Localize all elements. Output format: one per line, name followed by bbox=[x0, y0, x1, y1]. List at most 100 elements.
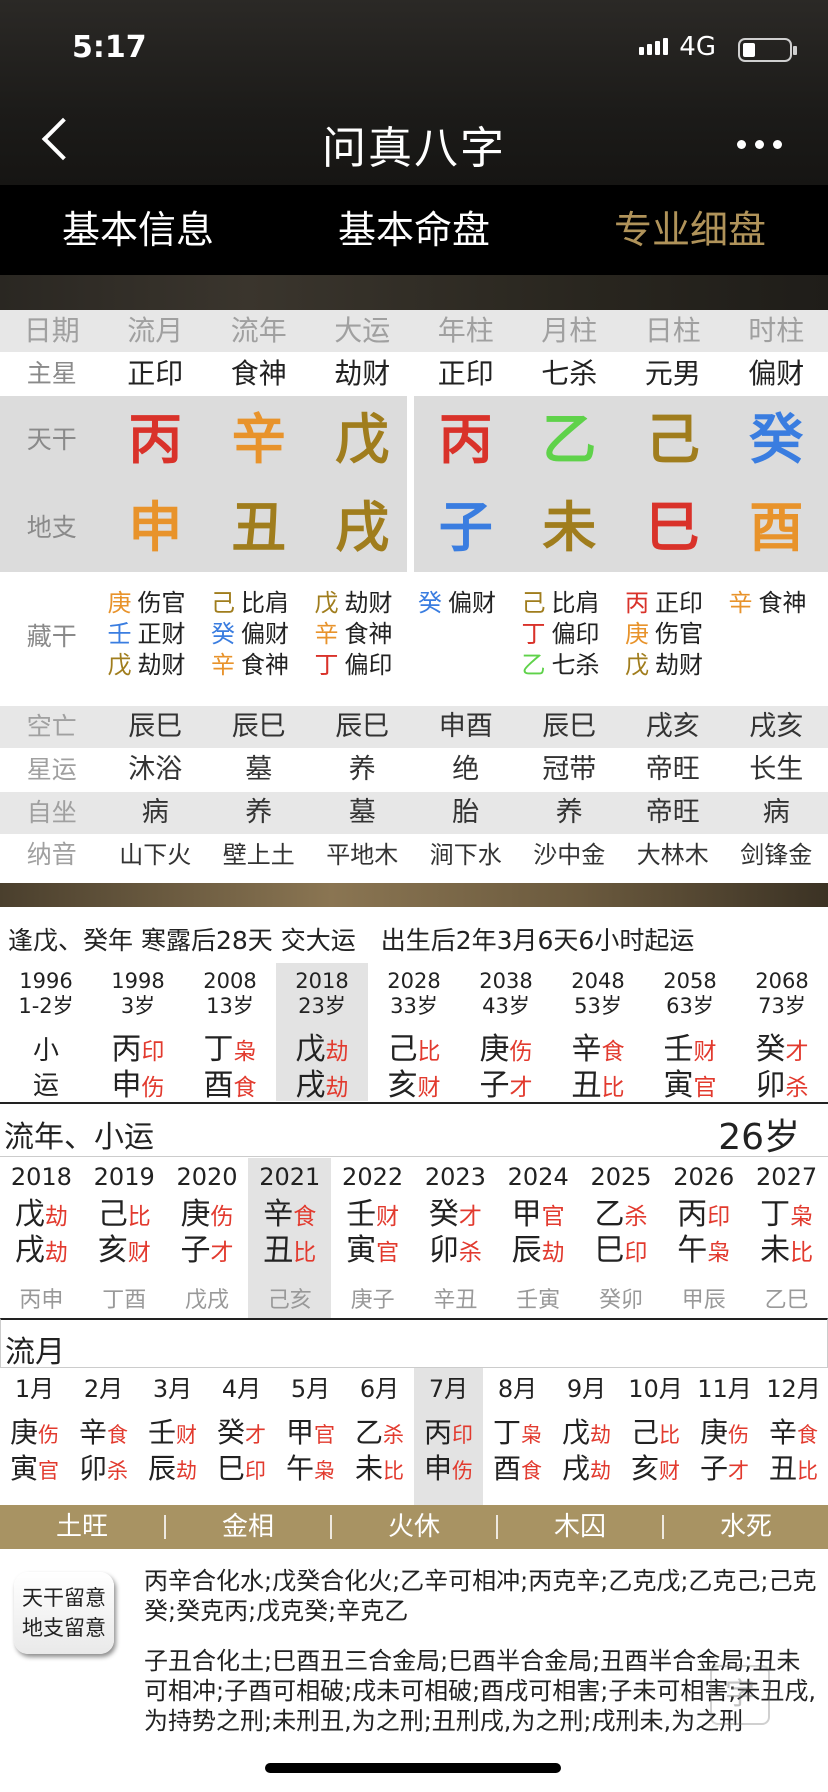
nayin-cell: 平地木 bbox=[326, 841, 399, 869]
tab-professional-detail[interactable]: 专业细盘 bbox=[552, 185, 828, 275]
canggan-star: 七杀 bbox=[551, 651, 600, 679]
ganzhi-line: 甲官 bbox=[276, 1416, 345, 1452]
ganzhi-char: 寅 bbox=[663, 1068, 694, 1103]
liuyue-item[interactable]: 4月 癸才 巳印 bbox=[207, 1368, 276, 1505]
nayin-cell: 涧下水 bbox=[429, 841, 502, 869]
liuyue-item[interactable]: 2月 辛食 卯杀 bbox=[69, 1368, 138, 1505]
ten-god-label: 劫 bbox=[541, 1240, 565, 1266]
dayun-item[interactable]: 2028 33岁 己比 亥财 bbox=[368, 963, 460, 1103]
liunian-item[interactable]: 2024 甲官 辰劫 壬寅 bbox=[497, 1158, 580, 1318]
liuyue-item[interactable]: 3月 壬财 辰劫 bbox=[138, 1368, 207, 1505]
dayun-year: 2038 bbox=[479, 969, 533, 993]
dayun-item[interactable]: 2018 23岁 戊劫 戌劫 bbox=[276, 963, 368, 1103]
dayun-item[interactable]: 1996 1-2岁小运 bbox=[0, 963, 92, 1101]
ganzhi-char: 戊 bbox=[295, 1032, 326, 1067]
ten-god-label: 枭 bbox=[521, 1423, 542, 1447]
dayun-item[interactable]: 2008 13岁 丁枭 酉食 bbox=[184, 963, 276, 1103]
dizhi-char: 子 bbox=[438, 496, 493, 559]
liuyue-item[interactable]: 9月 戊劫 戌劫 bbox=[552, 1368, 621, 1505]
ganzhi-char: 己 bbox=[630, 1416, 659, 1449]
dayun-item[interactable]: 2038 43岁 庚伤 子才 bbox=[460, 963, 552, 1103]
liunian-item[interactable]: 2027 丁枭 未比 乙巳 bbox=[745, 1158, 828, 1318]
wuxing-earth: 土旺 bbox=[0, 1514, 166, 1540]
liunian-year: 2025 bbox=[590, 1163, 652, 1191]
tab-basic-chart[interactable]: 基本命盘 bbox=[276, 185, 552, 275]
ganzhi-char: 巳 bbox=[216, 1452, 245, 1485]
ten-god-label: 食 bbox=[601, 1039, 625, 1065]
main-star-cell: 元男 bbox=[644, 357, 701, 390]
ganzhi-char: 戌 bbox=[295, 1068, 326, 1103]
liuyue-item[interactable]: 6月 乙杀 未比 bbox=[345, 1368, 414, 1505]
ten-god-label: 食 bbox=[293, 1204, 317, 1230]
ten-god-label: 比 bbox=[417, 1039, 441, 1065]
liuyue-item[interactable]: 12月 辛食 丑比 bbox=[759, 1368, 828, 1505]
liunian-item[interactable]: 2021 辛食 丑比 己亥 bbox=[248, 1158, 332, 1318]
xingyun-cell: 养 bbox=[348, 754, 376, 785]
more-icon[interactable] bbox=[737, 140, 782, 149]
tab-basic-info[interactable]: 基本信息 bbox=[0, 185, 276, 275]
nayin-cell: 大林木 bbox=[636, 841, 709, 869]
network-label: 4G bbox=[679, 32, 716, 62]
liuyue-item[interactable]: 10月 己比 亥财 bbox=[621, 1368, 690, 1505]
liunian-item[interactable]: 2026 丙印 午枭 甲辰 bbox=[662, 1158, 745, 1318]
attention-button[interactable]: 天干留意 地支留意 bbox=[14, 1572, 114, 1654]
ten-god-label: 印 bbox=[707, 1204, 731, 1230]
ten-god-label: 伤 bbox=[210, 1204, 234, 1230]
ganzhi-line: 酉食 bbox=[184, 1069, 276, 1105]
tiangan-char: 乙 bbox=[542, 408, 597, 471]
canggan-item: 庚伤官 bbox=[625, 619, 725, 650]
ganzhi-char: 戌 bbox=[561, 1452, 590, 1485]
liuyue-item[interactable]: 1月 庚伤 寅官 bbox=[0, 1368, 69, 1505]
liunian-item[interactable]: 2018 戊劫 戌劫 丙申 bbox=[0, 1158, 83, 1318]
liuyue-month: 10月 bbox=[628, 1375, 683, 1403]
liunian-item[interactable]: 2022 壬财 寅官 庚子 bbox=[331, 1158, 414, 1318]
ten-god-label: 财 bbox=[693, 1039, 717, 1065]
dayun-item[interactable]: 1998 3岁 丙印 申伤 bbox=[92, 963, 184, 1103]
dayun-item[interactable]: 2058 63岁 壬财 寅官 bbox=[644, 963, 736, 1103]
xingyun-cell: 墓 bbox=[245, 754, 273, 785]
zizuo-cell: 胎 bbox=[452, 797, 480, 828]
tiangan-char: 戊 bbox=[335, 408, 390, 471]
liunian-item[interactable]: 2023 癸才 卯杀 辛丑 bbox=[414, 1158, 497, 1318]
ganzhi-line: 丑比 bbox=[248, 1234, 331, 1270]
main-star-cell: 七杀 bbox=[541, 357, 598, 390]
canggan-star: 伤官 bbox=[137, 589, 186, 617]
ganzhi-char: 卯 bbox=[428, 1233, 459, 1268]
liuyue-ganzhi: 丁枭 酉食 bbox=[483, 1416, 552, 1488]
ganzhi-char: 午 bbox=[285, 1452, 314, 1485]
ganzhi-line: 丑比 bbox=[552, 1069, 644, 1105]
ten-god-label: 才 bbox=[210, 1240, 234, 1266]
ganzhi-line: 壬财 bbox=[644, 1033, 736, 1069]
nayin-cell: 沙中金 bbox=[533, 841, 606, 869]
liunian-item[interactable]: 2020 庚伤 子才 戊戌 bbox=[166, 1158, 249, 1318]
liuyue-item[interactable]: 11月 庚伤 子才 bbox=[690, 1368, 759, 1505]
canggan-cell: 丙正印庚伤官戊劫财 bbox=[621, 588, 725, 685]
kongwang-cell: 辰巳 bbox=[231, 711, 286, 742]
dayun-item[interactable]: 2048 53岁 辛食 丑比 bbox=[552, 963, 644, 1103]
dayun-item[interactable]: 2068 73岁 癸才 卯杀 bbox=[736, 963, 828, 1103]
liunian-item[interactable]: 2019 己比 亥财 丁酉 bbox=[83, 1158, 166, 1318]
liuyue-item[interactable]: 7月 丙印 申伤 bbox=[414, 1368, 483, 1505]
ganzhi-line: 未比 bbox=[745, 1234, 828, 1270]
ten-god-label: 杀 bbox=[383, 1423, 404, 1447]
liunian-list: 2018 戊劫 戌劫 丙申 2019 己比 亥财 丁酉 2020 庚伤 子才 戊戌 2021 辛食 丑比 己亥… bbox=[0, 1158, 828, 1318]
canggan-star: 劫财 bbox=[344, 589, 393, 617]
ganzhi-char: 丑 bbox=[768, 1452, 797, 1485]
ten-god-label: 劫 bbox=[325, 1039, 349, 1065]
ganzhi-line: 乙杀 bbox=[345, 1416, 414, 1452]
ganzhi-char: 己 bbox=[97, 1197, 128, 1232]
liuyue-month: 7月 bbox=[428, 1375, 469, 1403]
nayin-cell: 剑锋金 bbox=[740, 841, 813, 869]
liunian-ganzhi: 乙杀 巳印 bbox=[580, 1198, 663, 1270]
ganzhi-char: 乙 bbox=[354, 1416, 383, 1449]
zizuo-cell: 帝旺 bbox=[645, 797, 700, 828]
dayun-ganzhi: 壬财 寅官 bbox=[644, 1033, 736, 1105]
canggan-row: 藏干庚伤官壬正财戊劫财己比肩癸偏财辛食神戊劫财辛食神丁偏印癸偏财己比肩丁偏印乙七… bbox=[0, 588, 828, 685]
column-header: 流月 bbox=[127, 314, 184, 347]
liuyue-item[interactable]: 8月 丁枭 酉食 bbox=[483, 1368, 552, 1505]
liunian-item[interactable]: 2025 乙杀 巳印 癸卯 bbox=[580, 1158, 663, 1318]
ganzhi-line: 午枭 bbox=[276, 1452, 345, 1488]
ganzhi-char: 辛 bbox=[78, 1416, 107, 1449]
liuyue-item[interactable]: 5月 甲官 午枭 bbox=[276, 1368, 345, 1505]
column-header: 年柱 bbox=[437, 314, 494, 347]
